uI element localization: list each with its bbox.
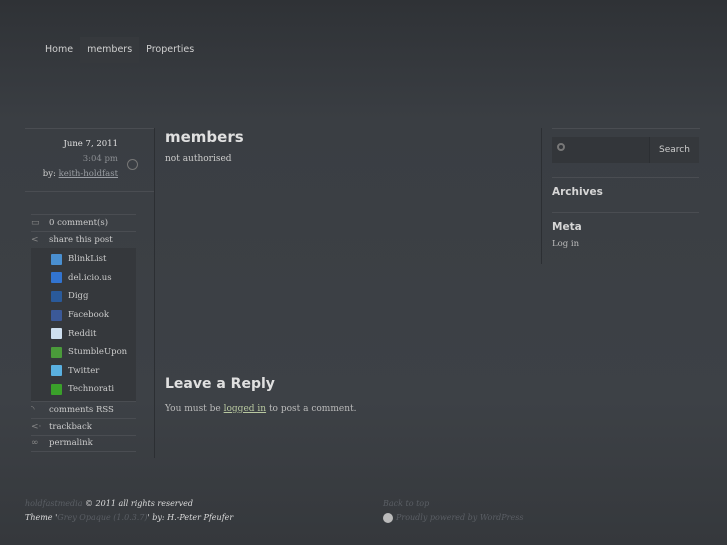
footer: holdfastmedia © 2011 all rights reserved…	[25, 497, 233, 525]
share-item-reddit[interactable]: Reddit	[31, 324, 136, 343]
login-link-sidebar[interactable]: Log in	[552, 239, 699, 249]
theme-pre: Theme '	[25, 513, 58, 522]
reddit-icon	[51, 328, 62, 340]
site-link[interactable]: holdfastmedia	[25, 499, 82, 508]
share-toggle[interactable]: < share this post	[31, 231, 136, 248]
search-icon	[557, 143, 565, 151]
twitter-icon	[51, 365, 62, 377]
permalink-label: permalink	[49, 438, 93, 449]
comments-label: 0 comment(s)	[49, 218, 109, 228]
search-form: Search	[552, 137, 699, 163]
nav-home[interactable]: Home	[38, 37, 80, 63]
wordpress-icon	[383, 513, 393, 523]
comment-icon: ▭	[31, 218, 40, 228]
link-icon: ∞	[31, 438, 39, 449]
author-link[interactable]: keith-holdfast	[59, 169, 118, 179]
share-label: share this post	[49, 235, 113, 245]
share-item-label: Digg	[68, 291, 89, 302]
trackback-icon: <·	[31, 421, 42, 432]
technorati-icon	[51, 383, 62, 395]
trackback-label: trackback	[49, 421, 92, 432]
share-icon: <	[31, 235, 39, 245]
share-item-label: Twitter	[68, 365, 100, 376]
post-content: members not authorised	[165, 128, 535, 164]
post-meta: June 7, 2011 3:04 pm by: keith-holdfast	[25, 128, 154, 192]
share-item-stumbleupon[interactable]: StumbleUpon	[31, 343, 136, 362]
share-item-label: Reddit	[68, 328, 97, 339]
share-item-label: StumbleUpon	[68, 347, 128, 358]
blinklist-icon	[51, 253, 62, 265]
share-item-label: Facebook	[68, 310, 110, 321]
reply-text-end: to post a comment.	[266, 404, 357, 414]
nav-properties[interactable]: Properties	[139, 37, 201, 63]
clock-icon	[127, 159, 138, 170]
share-item-digg[interactable]: Digg	[31, 287, 136, 306]
archives-heading: Archives	[552, 177, 699, 198]
share-item-technorati[interactable]: Technorati	[31, 380, 136, 399]
post-time: 3:04 pm	[82, 154, 118, 164]
by-label: by:	[42, 169, 56, 179]
share-item-facebook[interactable]: Facebook	[31, 306, 136, 325]
back-to-top[interactable]: Back to top	[383, 497, 523, 511]
share-item-delicious[interactable]: del.icio.us	[31, 269, 136, 288]
share-list: BlinkList del.icio.us Digg Facebook Reddit St…	[31, 248, 136, 401]
post-text: not authorised	[165, 154, 232, 164]
reply-section: Leave a Reply You must be logged in to p…	[165, 376, 356, 414]
login-link[interactable]: logged in	[224, 404, 266, 414]
nav-members[interactable]: members	[80, 37, 140, 63]
permalink-link[interactable]: ∞ permalink	[31, 434, 136, 452]
share-item-twitter[interactable]: Twitter	[31, 362, 136, 381]
rss-link[interactable]: ◝ comments RSS	[31, 400, 136, 418]
theme-post: ' by: H.-Peter Pfeufer	[147, 513, 234, 522]
rss-icon: ◝	[31, 404, 35, 415]
delicious-icon	[51, 272, 62, 284]
rss-label: comments RSS	[49, 404, 114, 415]
powered-link[interactable]: Proudly powered by WordPress	[396, 513, 523, 522]
stumbleupon-icon	[51, 346, 62, 358]
main-nav: Home members Properties	[38, 37, 201, 63]
post-date: June 7, 2011	[63, 139, 118, 149]
digg-icon	[51, 290, 62, 302]
copyright: © 2011 all rights reserved	[82, 499, 194, 508]
page-title: members	[165, 128, 244, 146]
search-input[interactable]	[552, 137, 649, 163]
reply-text: You must be	[165, 404, 224, 414]
comments-link[interactable]: ▭ 0 comment(s)	[31, 214, 136, 231]
facebook-icon	[51, 309, 62, 321]
meta-heading: Meta	[552, 212, 699, 233]
footer-right: Back to top Proudly powered by WordPress	[383, 497, 523, 525]
share-item-label: del.icio.us	[68, 272, 112, 283]
reply-title: Leave a Reply	[165, 376, 275, 392]
trackback-link[interactable]: <· trackback	[31, 417, 136, 435]
post-actions: ▭ 0 comment(s) < share this post BlinkList…	[31, 214, 136, 452]
search-button[interactable]: Search	[649, 137, 699, 163]
share-item-blinklist[interactable]: BlinkList	[31, 250, 136, 269]
theme-link[interactable]: Grey Opaque (1.0.3.7)	[57, 513, 147, 522]
share-item-label: Technorati	[68, 384, 115, 395]
sidebar: Search Archives Meta Log in	[541, 128, 700, 264]
share-item-label: BlinkList	[68, 254, 107, 265]
post-meta-column: June 7, 2011 3:04 pm by: keith-holdfast …	[25, 128, 155, 458]
